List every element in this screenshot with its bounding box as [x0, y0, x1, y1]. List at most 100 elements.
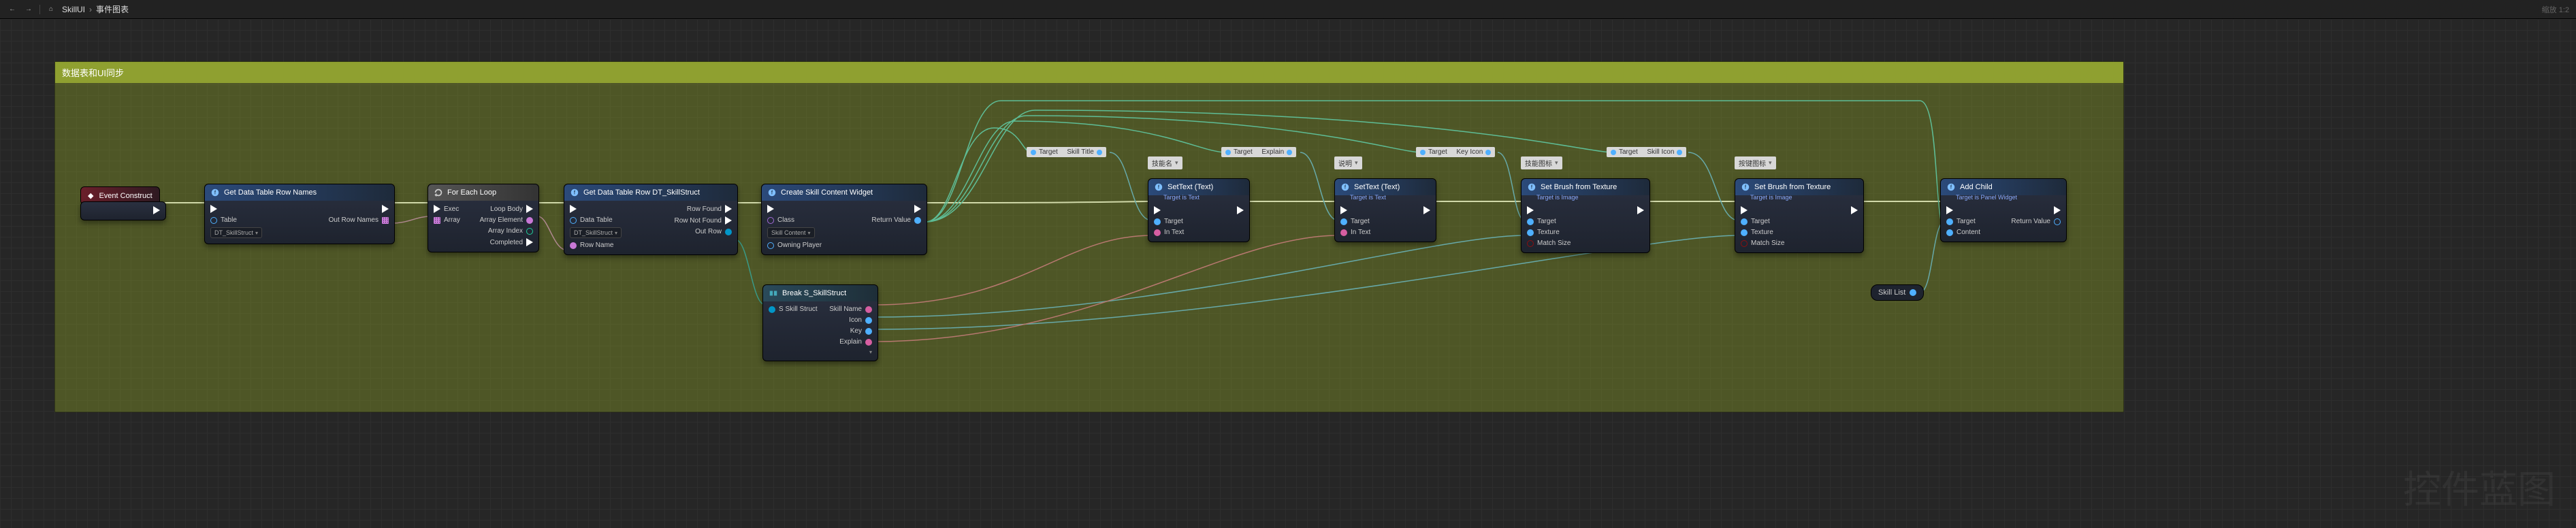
table-pin[interactable]	[570, 217, 577, 224]
exec-in-pin[interactable]	[1527, 206, 1534, 214]
ret-pin[interactable]	[914, 217, 921, 224]
class-picker[interactable]: Skill Content▾	[767, 227, 815, 238]
found-pin[interactable]	[725, 205, 732, 213]
node-event-body[interactable]	[80, 201, 166, 220]
class-pin[interactable]	[767, 217, 774, 224]
elem-pin[interactable]	[526, 217, 533, 224]
pin-label: Owning Player	[777, 242, 822, 249]
table-in-pin[interactable]	[210, 217, 217, 224]
target-pin[interactable]	[1741, 218, 1748, 225]
exec-out-pin[interactable]	[1237, 206, 1244, 214]
exec-out-pin[interactable]	[382, 205, 389, 213]
node-get-row-names[interactable]: f Get Data Table Row Names Table DT_Skil…	[204, 184, 395, 244]
exec-out-pin[interactable]	[914, 205, 921, 213]
toolbar-divider	[39, 5, 40, 14]
pin-badge[interactable]: 技能名▾	[1148, 156, 1182, 169]
breadcrumb: SkillUI › 事件图表	[62, 3, 129, 15]
exec-out-pin[interactable]	[2054, 206, 2061, 214]
node-settext-2[interactable]: f SetText (Text) Target is Text Target I…	[1334, 178, 1436, 242]
node-setbrush-2[interactable]: f Set Brush from Texture Target is Image…	[1735, 178, 1864, 253]
rowname-pin[interactable]	[570, 242, 577, 249]
node-create-widget[interactable]: f Create Skill Content Widget Class Skil…	[761, 184, 927, 255]
target-pin[interactable]	[1154, 218, 1161, 225]
break-icon	[769, 288, 778, 298]
content-pin[interactable]	[1946, 229, 1953, 236]
exec-in-pin[interactable]	[1154, 206, 1161, 214]
pin-label: Array Index	[488, 227, 523, 235]
node-foreach[interactable]: For Each Loop Exec Array Loop Body Array…	[428, 184, 539, 252]
pin-badge-row[interactable]: Target Key Icon	[1416, 147, 1495, 157]
pin-badge-row[interactable]: Target Skill Title	[1027, 147, 1106, 157]
home-icon[interactable]: ⌂	[46, 4, 57, 15]
pin-badge-row[interactable]: Target Explain	[1221, 147, 1296, 157]
owner-pin[interactable]	[767, 242, 774, 249]
node-get-row[interactable]: f Get Data Table Row DT_SkillStruct Data…	[564, 184, 738, 255]
pin-badge[interactable]: 按键图标▾	[1735, 156, 1776, 169]
breadcrumb-item[interactable]: SkillUI	[62, 5, 85, 14]
skillname-pin[interactable]	[865, 306, 872, 313]
node-title: Get Data Table Row DT_SkillStruct	[583, 188, 700, 197]
idx-pin[interactable]	[526, 228, 533, 235]
key-pin[interactable]	[865, 328, 872, 335]
function-icon: f	[1946, 182, 1956, 192]
exec-in-pin[interactable]	[210, 205, 217, 213]
exec-in-pin[interactable]	[1741, 206, 1748, 214]
table-picker[interactable]: DT_SkillStruct▾	[210, 227, 262, 238]
var-skill-list[interactable]: Skill List	[1871, 284, 1924, 301]
pin-label: Texture	[1751, 229, 1773, 236]
node-title: Create Skill Content Widget	[781, 188, 873, 197]
target-pin[interactable]	[1527, 218, 1534, 225]
ret-pin[interactable]	[2054, 218, 2061, 225]
texture-pin[interactable]	[1527, 229, 1534, 236]
pin-badge-row[interactable]: Target Skill Icon	[1607, 147, 1686, 157]
outrow-pin[interactable]	[725, 229, 732, 235]
icon-pin[interactable]	[865, 317, 872, 324]
exec-out-pin[interactable]	[1637, 206, 1644, 214]
table-picker[interactable]: DT_SkillStruct▾	[570, 227, 622, 238]
var-out-pin[interactable]	[1910, 289, 1916, 296]
breadcrumb-item[interactable]: 事件图表	[96, 3, 129, 15]
struct-in-pin[interactable]	[769, 306, 775, 313]
matchsize-pin[interactable]	[1741, 240, 1748, 247]
matchsize-pin[interactable]	[1527, 240, 1534, 247]
target-pin[interactable]	[1340, 218, 1347, 225]
pin-badge[interactable]: 技能图标▾	[1521, 156, 1562, 169]
pin-badge[interactable]: 说明▾	[1334, 156, 1362, 169]
comment-title[interactable]: 数据表和UI同步	[55, 62, 2123, 83]
pin-label: Icon	[849, 316, 862, 324]
exec-in-pin[interactable]	[570, 205, 577, 213]
exec-in-pin[interactable]	[767, 205, 774, 213]
exec-in-pin[interactable]	[1340, 206, 1347, 214]
texture-pin[interactable]	[1741, 229, 1748, 236]
notfound-pin[interactable]	[725, 216, 732, 225]
nav-back[interactable]: ←	[7, 4, 18, 15]
expand-icon[interactable]: ▾	[869, 349, 872, 355]
var-label: Skill List	[1878, 288, 1905, 297]
pin-label: Target	[1351, 218, 1370, 225]
toolbar: ← → ⌂ SkillUI › 事件图表 缩放 1:2	[0, 0, 2576, 19]
intext-pin[interactable]	[1154, 229, 1161, 236]
exec-out-pin[interactable]	[153, 206, 160, 214]
explain-pin[interactable]	[865, 339, 872, 346]
pin-label: In Text	[1351, 229, 1370, 236]
function-icon: f	[570, 188, 579, 197]
blueprint-graph[interactable]: 数据表和UI同步 ◆ Event Construct f Get Data Ta…	[0, 19, 2576, 528]
target-pin[interactable]	[1946, 218, 1953, 225]
pin-label: Content	[1957, 229, 1980, 236]
exec-out-pin[interactable]	[1851, 206, 1858, 214]
exec-out-pin[interactable]	[1423, 206, 1430, 214]
node-add-child[interactable]: f Add Child Target is Panel Widget Targe…	[1940, 178, 2067, 242]
array-in-pin[interactable]	[434, 217, 440, 224]
loop-body-pin[interactable]	[526, 205, 533, 213]
out-names-pin[interactable]	[382, 217, 389, 224]
exec-in-pin[interactable]	[1946, 206, 1953, 214]
node-setbrush-1[interactable]: f Set Brush from Texture Target is Image…	[1521, 178, 1650, 253]
node-break-struct[interactable]: Break S_SkillStruct S Skill Struct Skill…	[762, 284, 878, 361]
pin-label: Target	[1537, 218, 1556, 225]
exec-in-pin[interactable]	[434, 205, 440, 213]
nav-forward[interactable]: →	[23, 4, 34, 15]
done-pin[interactable]	[526, 238, 533, 246]
pin-label: In Text	[1164, 229, 1184, 236]
intext-pin[interactable]	[1340, 229, 1347, 236]
node-settext-1[interactable]: f SetText (Text) Target is Text Target I…	[1148, 178, 1250, 242]
